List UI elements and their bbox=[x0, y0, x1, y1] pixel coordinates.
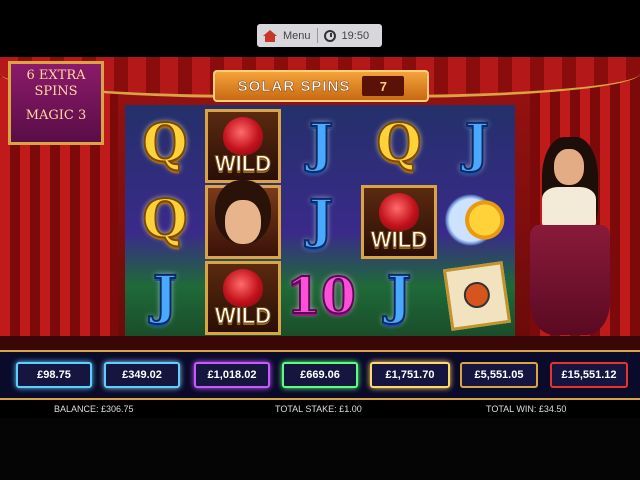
j-symbol: J bbox=[152, 265, 179, 326]
j-symbol: J bbox=[308, 189, 335, 250]
clock-display: 19:50 bbox=[318, 24, 376, 47]
magic-label: MAGIC 3 bbox=[25, 108, 87, 123]
solar-spins-label: SOLAR SPINS bbox=[237, 77, 351, 95]
fortune-teller-character bbox=[528, 137, 620, 337]
game-area[interactable]: Q Q J WILD WILD J J 10 Q WILD J J 6 EXTR… bbox=[0, 57, 640, 350]
jackpot-6: £5,551.05 bbox=[460, 362, 538, 388]
reel2-row1-wild: WILD bbox=[205, 109, 281, 183]
bottom-area bbox=[0, 418, 640, 480]
jackpot-2: £349.02 bbox=[104, 362, 180, 388]
balance-text: BALANCE: £306.75 bbox=[54, 404, 134, 414]
ten-symbol: 10 bbox=[285, 266, 357, 325]
info-bar: BALANCE: £306.75 TOTAL STAKE: £1.00 TOTA… bbox=[0, 400, 640, 418]
reel5-row3-symbol bbox=[439, 259, 515, 333]
q-symbol: Q bbox=[141, 189, 188, 250]
solar-spins-count: 7 bbox=[362, 76, 405, 96]
j-symbol: J bbox=[386, 265, 413, 326]
jackpot-5: £1,751.70 bbox=[370, 362, 450, 388]
jackpot-bar: £98.75 £349.02 £1,018.02 £669.06 £1,751.… bbox=[0, 350, 640, 400]
menu-label: Menu bbox=[283, 29, 311, 42]
reel4-row3-symbol: J bbox=[361, 259, 437, 333]
solar-spins-banner: SOLAR SPINS 7 bbox=[213, 70, 429, 102]
wild-label: WILD bbox=[214, 303, 272, 329]
reel3-row2-symbol: J bbox=[283, 183, 359, 257]
fortune-teller-portrait-icon bbox=[225, 200, 261, 244]
tarot-cards-icon bbox=[442, 261, 512, 331]
reel4-row2-wild: WILD bbox=[361, 185, 437, 259]
rose-icon bbox=[223, 269, 263, 307]
reel3-row3-symbol: 10 bbox=[283, 259, 359, 333]
teller-blouse bbox=[542, 187, 596, 227]
top-bar: Menu 19:50 bbox=[0, 0, 640, 52]
total-win-text: TOTAL WIN: £34.50 bbox=[486, 404, 567, 414]
reel4-row1-symbol: Q bbox=[361, 107, 437, 181]
q-symbol: Q bbox=[141, 113, 188, 174]
reel3-row1-symbol: J bbox=[283, 107, 359, 181]
extra-spins-banner: 6 EXTRA SPINS MAGIC 3 bbox=[8, 61, 104, 145]
jackpot-4: £669.06 bbox=[282, 362, 358, 388]
teller-face bbox=[554, 149, 584, 185]
stage-floor bbox=[0, 336, 640, 350]
reel-grid: Q Q J WILD WILD J J 10 Q WILD J J bbox=[125, 105, 515, 337]
menu-button[interactable]: Menu bbox=[257, 24, 317, 47]
extra-spins-line1: 6 EXTRA bbox=[26, 68, 86, 83]
reel2-row2-portrait bbox=[205, 185, 281, 259]
q-symbol: Q bbox=[375, 113, 422, 174]
reel5-row2-symbol bbox=[439, 183, 515, 257]
j-symbol: J bbox=[464, 113, 491, 174]
clock-time: 19:50 bbox=[341, 29, 370, 42]
reel2-row3-wild: WILD bbox=[205, 261, 281, 335]
wild-label: WILD bbox=[214, 151, 272, 177]
reel1-row1-symbol: Q bbox=[127, 107, 203, 181]
jackpot-1: £98.75 bbox=[16, 362, 92, 388]
rose-icon bbox=[379, 193, 419, 231]
wild-label: WILD bbox=[370, 227, 428, 253]
extra-spins-line2: SPINS bbox=[34, 84, 78, 99]
home-icon bbox=[263, 29, 277, 42]
menu-bar: Menu 19:50 bbox=[257, 24, 382, 47]
sun-moon-icon bbox=[445, 188, 509, 252]
rose-icon bbox=[223, 117, 263, 155]
j-symbol: J bbox=[308, 113, 335, 174]
reel5-row1-symbol: J bbox=[439, 107, 515, 181]
total-stake-text: TOTAL STAKE: £1.00 bbox=[275, 404, 362, 414]
reel1-row3-symbol: J bbox=[127, 259, 203, 333]
reel1-row2-symbol: Q bbox=[127, 183, 203, 257]
jackpot-3: £1,018.02 bbox=[194, 362, 270, 388]
clock-icon bbox=[323, 29, 336, 42]
jackpot-7: £15,551.12 bbox=[550, 362, 628, 388]
teller-skirt bbox=[530, 225, 610, 335]
